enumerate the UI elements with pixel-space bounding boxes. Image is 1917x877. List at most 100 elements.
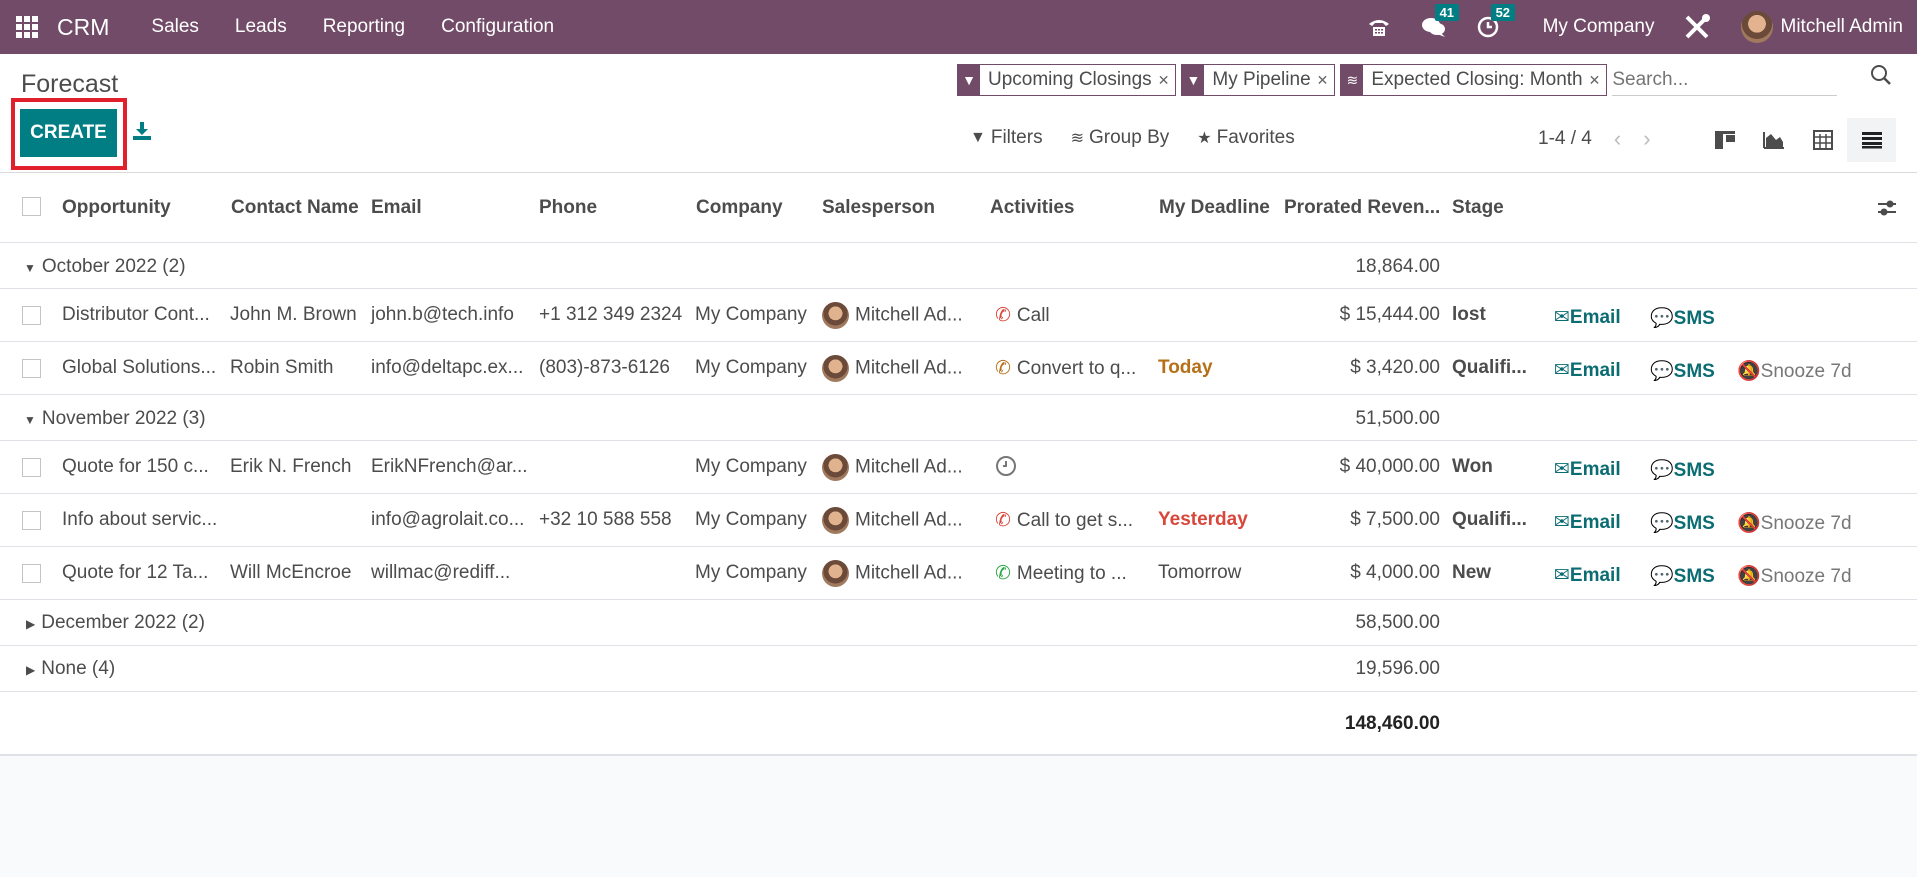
group-row-none[interactable]: ▶ None (4) 19,596.00 [0,646,1917,692]
remove-facet-icon[interactable]: ✕ [1589,65,1607,95]
col-phone[interactable]: Phone [539,197,597,219]
app-brand[interactable]: CRM [57,14,109,41]
cell-contact: Erik N. French [230,456,352,477]
messages-icon[interactable]: 41 [1421,4,1460,38]
group-row-december[interactable]: ▶ December 2022 (2) 58,500.00 [0,600,1917,646]
row-checkbox[interactable] [22,458,41,477]
kanban-view-icon[interactable] [1700,118,1749,162]
search-icon[interactable] [1870,64,1892,92]
col-contact-name[interactable]: Contact Name [231,197,359,219]
next-page-icon[interactable]: › [1643,126,1650,152]
caret-down-icon: ▼ [24,413,36,427]
grand-total: 148,460.00 [1344,713,1440,734]
table-row[interactable]: Global Solutions... Robin Smith info@del… [0,342,1917,395]
cell-email: info@deltapc.ex... [371,357,524,378]
email-button[interactable]: ✉Email [1554,359,1621,382]
snooze-button[interactable]: 🔕Snooze 7d [1737,564,1852,588]
star-icon: ★ [1197,130,1212,147]
facet-my-pipeline[interactable]: ▼ My Pipeline ✕ [1181,64,1336,96]
row-checkbox[interactable] [22,359,41,378]
select-all-checkbox[interactable] [22,197,41,216]
cell-activity[interactable]: ✆ Call [995,304,1050,327]
col-activities[interactable]: Activities [990,197,1074,219]
menu-configuration[interactable]: Configuration [441,16,554,38]
row-checkbox[interactable] [22,564,41,583]
top-navbar: CRM Sales Leads Reporting Configuration … [0,0,1917,54]
group-row-november[interactable]: ▼ November 2022 (3) 51,500.00 [0,395,1917,441]
table-row[interactable]: Info about servic... info@agrolait.co...… [0,494,1917,547]
facet-expected-closing[interactable]: ≋ Expected Closing: Month ✕ [1340,64,1608,96]
table-row[interactable]: Distributor Cont... John M. Brown john.b… [0,289,1917,342]
email-button[interactable]: ✉Email [1554,511,1621,534]
groupby-button[interactable]: ≋ Group By [1071,127,1170,149]
cell-opportunity: Distributor Cont... [62,304,210,325]
table-row[interactable]: Quote for 150 c... Erik N. French ErikNF… [0,441,1917,494]
sms-button[interactable]: 💬SMS [1650,458,1715,482]
menu-sales[interactable]: Sales [151,16,199,38]
favorites-button[interactable]: ★ Favorites [1197,127,1294,149]
sms-button[interactable]: 💬SMS [1650,511,1715,535]
cell-deadline: Yesterday [1158,509,1248,530]
menu-leads[interactable]: Leads [235,16,287,38]
col-stage[interactable]: Stage [1452,197,1504,219]
cell-email: info@agrolait.co... [371,509,525,530]
view-switcher [1700,118,1896,162]
snooze-button[interactable]: 🔕Snooze 7d [1737,511,1852,535]
pivot-view-icon[interactable] [1798,118,1847,162]
optional-columns-icon[interactable] [1876,197,1898,225]
activities-icon[interactable]: 52 [1477,4,1516,38]
cell-revenue: $ 7,500.00 [1350,509,1440,530]
col-salesperson[interactable]: Salesperson [822,197,935,219]
user-menu[interactable]: Mitchell Admin [1740,11,1903,43]
sms-button[interactable]: 💬SMS [1650,306,1715,330]
cell-salesperson: Mitchell Ad... [822,560,963,587]
remove-facet-icon[interactable]: ✕ [1158,65,1176,95]
cell-salesperson: Mitchell Ad... [822,302,963,329]
remove-facet-icon[interactable]: ✕ [1317,65,1335,95]
table-row[interactable]: Quote for 12 Ta... Will McEncroe willmac… [0,547,1917,600]
col-my-deadline[interactable]: My Deadline [1159,197,1270,219]
cell-phone: +1 312 349 2324 [539,304,683,325]
col-email[interactable]: Email [371,197,422,219]
page-title: Forecast [21,70,119,98]
cell-opportunity: Quote for 12 Ta... [62,562,209,583]
debug-tools-icon[interactable] [1683,13,1711,41]
clock-icon[interactable] [995,455,1017,483]
row-checkbox[interactable] [22,511,41,530]
create-button[interactable]: CREATE [20,109,117,157]
col-prorated-revenue[interactable]: Prorated Reven... [1284,197,1440,219]
search-input[interactable] [1612,64,1838,96]
phone-icon: ✆ [995,358,1011,379]
phone-systray-icon[interactable] [1367,16,1391,38]
cell-activity[interactable]: ✆ Convert to q... [995,357,1136,380]
graph-view-icon[interactable] [1749,118,1798,162]
facet-upcoming-closings[interactable]: ▼ Upcoming Closings ✕ [957,64,1177,96]
col-opportunity[interactable]: Opportunity [62,197,171,219]
filters-button[interactable]: ▼ Filters [970,127,1043,149]
col-company[interactable]: Company [696,197,783,219]
salesperson-avatar [822,355,849,382]
cell-activity[interactable]: ✆ Call to get s... [995,509,1133,532]
cell-company: My Company [695,304,807,325]
row-checkbox[interactable] [22,306,41,325]
cell-activity[interactable]: ✆ Meeting to ... [995,562,1127,585]
group-row-october[interactable]: ▼ October 2022 (2) 18,864.00 [0,243,1917,289]
list-view-icon[interactable] [1847,118,1896,162]
email-button[interactable]: ✉Email [1554,306,1621,329]
pager-value[interactable]: 1-4 / 4 [1538,128,1592,150]
email-button[interactable]: ✉Email [1554,564,1621,587]
download-icon[interactable] [132,121,152,147]
company-switcher[interactable]: My Company [1543,16,1655,38]
menu-reporting[interactable]: Reporting [323,16,405,38]
cell-opportunity: Quote for 150 c... [62,456,209,477]
apps-menu-icon[interactable] [14,14,40,40]
phone-icon: ✆ [995,510,1011,531]
cell-stage: lost [1452,304,1486,325]
cell-contact: Will McEncroe [230,562,352,583]
snooze-button[interactable]: 🔕Snooze 7d [1737,359,1852,383]
sms-button[interactable]: 💬SMS [1650,564,1715,588]
sms-button[interactable]: 💬SMS [1650,359,1715,383]
email-button[interactable]: ✉Email [1554,458,1621,481]
previous-page-icon[interactable]: ‹ [1614,126,1621,152]
salesperson-avatar [822,302,849,329]
